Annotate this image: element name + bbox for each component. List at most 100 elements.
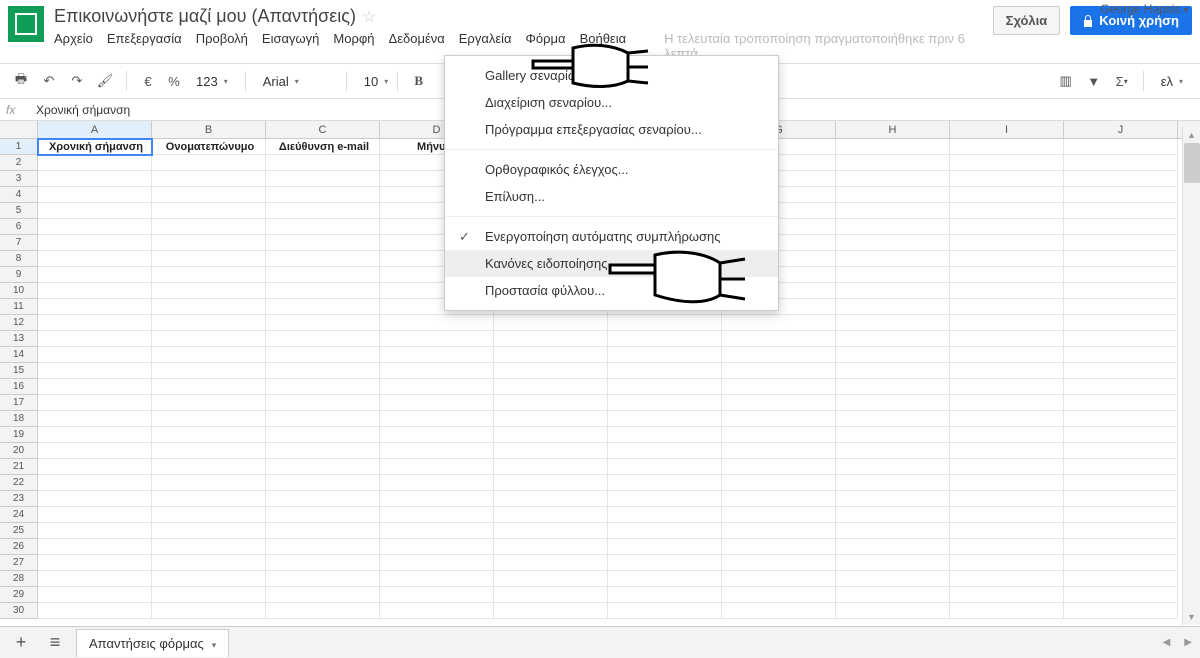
cell-F22[interactable] [608,475,722,491]
cell-D30[interactable] [380,603,494,619]
cell-H14[interactable] [836,347,950,363]
cell-G25[interactable] [722,523,836,539]
cell-A26[interactable] [38,539,152,555]
cell-B21[interactable] [152,459,266,475]
cell-H12[interactable] [836,315,950,331]
cell-B24[interactable] [152,507,266,523]
cell-H1[interactable] [836,139,950,155]
cell-F21[interactable] [608,459,722,475]
cell-H23[interactable] [836,491,950,507]
cell-F13[interactable] [608,331,722,347]
scroll-right-icon[interactable]: ▶ [1184,637,1192,648]
cell-F18[interactable] [608,411,722,427]
cell-B8[interactable] [152,251,266,267]
cell-D13[interactable] [380,331,494,347]
cell-H22[interactable] [836,475,950,491]
cell-A23[interactable] [38,491,152,507]
cell-C15[interactable] [266,363,380,379]
cell-I9[interactable] [950,267,1064,283]
cell-A18[interactable] [38,411,152,427]
cell-H30[interactable] [836,603,950,619]
cell-I28[interactable] [950,571,1064,587]
cell-C22[interactable] [266,475,380,491]
row-header-24[interactable]: 24 [0,507,38,523]
cell-J28[interactable] [1064,571,1178,587]
cell-I8[interactable] [950,251,1064,267]
cell-A1[interactable]: Χρονική σήμανση [38,139,152,155]
cell-I15[interactable] [950,363,1064,379]
row-header-10[interactable]: 10 [0,283,38,299]
row-header-26[interactable]: 26 [0,539,38,555]
cell-H7[interactable] [836,235,950,251]
cell-I20[interactable] [950,443,1064,459]
row-header-14[interactable]: 14 [0,347,38,363]
cell-C19[interactable] [266,427,380,443]
cell-J6[interactable] [1064,219,1178,235]
cell-H20[interactable] [836,443,950,459]
cell-B28[interactable] [152,571,266,587]
cell-I29[interactable] [950,587,1064,603]
print-icon[interactable]: 🖶 [10,70,32,92]
menu-file[interactable]: Αρχείο [54,31,93,61]
cell-H26[interactable] [836,539,950,555]
cell-A12[interactable] [38,315,152,331]
cell-A10[interactable] [38,283,152,299]
cell-B10[interactable] [152,283,266,299]
cell-I27[interactable] [950,555,1064,571]
cell-E14[interactable] [494,347,608,363]
cell-J19[interactable] [1064,427,1178,443]
col-header-J[interactable]: J [1064,121,1178,138]
cell-E13[interactable] [494,331,608,347]
font-size-select[interactable]: 10 [357,71,387,92]
cell-H18[interactable] [836,411,950,427]
cell-B11[interactable] [152,299,266,315]
cell-B30[interactable] [152,603,266,619]
paint-format-icon[interactable]: 🖌 [94,70,116,92]
cell-G27[interactable] [722,555,836,571]
cell-I6[interactable] [950,219,1064,235]
cell-D22[interactable] [380,475,494,491]
cell-J1[interactable] [1064,139,1178,155]
sheet-tab[interactable]: Απαντήσεις φόρμας [76,629,229,657]
tools-menu-item-2[interactable]: Πρόγραμμα επεξεργασίας σεναρίου... [445,116,778,143]
cell-A7[interactable] [38,235,152,251]
cell-B15[interactable] [152,363,266,379]
cell-B19[interactable] [152,427,266,443]
cell-E25[interactable] [494,523,608,539]
row-header-19[interactable]: 19 [0,427,38,443]
cell-C16[interactable] [266,379,380,395]
row-header-15[interactable]: 15 [0,363,38,379]
cell-H9[interactable] [836,267,950,283]
cell-J16[interactable] [1064,379,1178,395]
cell-J9[interactable] [1064,267,1178,283]
cell-B27[interactable] [152,555,266,571]
cell-I14[interactable] [950,347,1064,363]
cell-D23[interactable] [380,491,494,507]
col-header-I[interactable]: I [950,121,1064,138]
cell-J18[interactable] [1064,411,1178,427]
cell-I2[interactable] [950,155,1064,171]
number-format-select[interactable]: 123 [189,71,235,92]
cell-B18[interactable] [152,411,266,427]
cell-E20[interactable] [494,443,608,459]
cell-J5[interactable] [1064,203,1178,219]
cell-E16[interactable] [494,379,608,395]
cell-A21[interactable] [38,459,152,475]
col-header-H[interactable]: H [836,121,950,138]
cell-D16[interactable] [380,379,494,395]
cell-H16[interactable] [836,379,950,395]
cell-B4[interactable] [152,187,266,203]
cell-F26[interactable] [608,539,722,555]
cell-D29[interactable] [380,587,494,603]
cell-E12[interactable] [494,315,608,331]
cell-E23[interactable] [494,491,608,507]
cell-H13[interactable] [836,331,950,347]
row-header-12[interactable]: 12 [0,315,38,331]
cell-F19[interactable] [608,427,722,443]
row-header-29[interactable]: 29 [0,587,38,603]
menu-edit[interactable]: Επεξεργασία [107,31,182,61]
cell-A17[interactable] [38,395,152,411]
cell-A5[interactable] [38,203,152,219]
cell-G20[interactable] [722,443,836,459]
redo-icon[interactable]: ↷ [66,70,88,92]
